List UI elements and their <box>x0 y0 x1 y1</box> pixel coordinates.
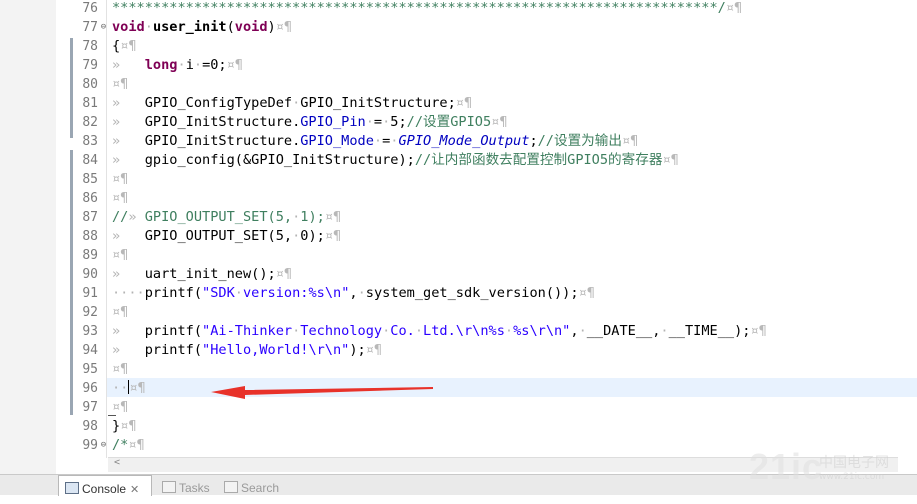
code-line[interactable]: » GPIO_InitStructure.GPIO_Mode·=·GPIO_Mo… <box>112 132 638 151</box>
watermark-url: www.21ic.com <box>819 472 885 482</box>
tab-search[interactable]: Search <box>218 475 288 495</box>
line-number: 98 <box>82 419 98 434</box>
line-number: 90 <box>82 267 98 282</box>
code-line[interactable]: ¤¶ <box>112 170 128 189</box>
line-number: 86 <box>82 191 98 206</box>
code-line[interactable]: ****************************************… <box>112 0 742 18</box>
line-number: 80 <box>82 77 98 92</box>
tab-label: Tasks <box>179 481 210 495</box>
code-line[interactable]: » printf("Hello,World!\r\n");¤¶ <box>112 341 382 360</box>
code-line[interactable]: » uart_init_new();¤¶ <box>112 265 292 284</box>
code-line[interactable]: ¤¶ <box>112 360 128 379</box>
tasks-icon <box>162 481 176 493</box>
red-arrow-annotation <box>211 386 433 399</box>
line-number: 97 <box>82 400 98 415</box>
line-number: 82 <box>82 115 98 130</box>
tab-label: Search <box>241 481 280 495</box>
code-line[interactable]: ¤¶ <box>112 189 128 208</box>
current-code-line[interactable]: ··¤¶ <box>112 379 146 398</box>
code-line[interactable]: ¤¶ <box>112 246 128 265</box>
code-line[interactable]: » gpio_config(&GPIO_InitStructure);//让内部… <box>112 151 679 170</box>
tab-tasks[interactable]: Tasks <box>156 475 216 495</box>
scroll-left-icon[interactable]: < <box>114 457 120 468</box>
line-number: 78 <box>82 39 98 54</box>
code-line[interactable]: ····printf("SDK·version:%s\n",·system_ge… <box>112 284 595 303</box>
site-watermark: 21ic 中国电子网 www.21ic.com <box>749 446 909 492</box>
code-line[interactable]: » long·i·=0;¤¶ <box>112 56 243 75</box>
tab-label: Console <box>82 482 127 496</box>
line-number: 88 <box>82 229 98 244</box>
line-number: 91 <box>82 286 98 301</box>
line-number: 83 <box>82 134 98 149</box>
console-icon <box>65 482 79 494</box>
code-line[interactable]: //» GPIO_OUTPUT_SET(5,·1);¤¶ <box>112 208 341 227</box>
line-number: 84 <box>82 153 98 168</box>
close-icon[interactable]: ✕ <box>130 484 139 496</box>
line-number: 87 <box>82 210 98 225</box>
watermark-cn: 中国电子网 <box>819 455 889 471</box>
line-number: 96 <box>82 381 98 396</box>
code-line[interactable]: » printf("Ai-Thinker·Technology·Co.·Ltd.… <box>112 322 767 341</box>
code-line[interactable]: » GPIO_InitStructure.GPIO_Pin·=·5;//设置GP… <box>112 113 508 132</box>
fold-collapse-icon[interactable]: ⊖ <box>99 23 108 32</box>
editor-left-margin <box>0 0 56 474</box>
code-line[interactable]: /*¤¶ <box>112 436 145 455</box>
tab-console[interactable]: Console ✕ <box>58 475 152 496</box>
watermark-brand: 21ic <box>749 446 824 487</box>
code-line[interactable]: ¤¶ <box>112 303 128 322</box>
code-editor[interactable]: 76 77 78 79 80 81 82 83 84 85 86 87 88 8… <box>0 0 917 475</box>
line-number: 99 <box>82 438 98 453</box>
code-line[interactable]: » GPIO_ConfigTypeDef·GPIO_InitStructure;… <box>112 94 472 113</box>
line-number: 93 <box>82 324 98 339</box>
line-number: 79 <box>82 58 98 73</box>
search-icon <box>224 481 238 493</box>
code-line[interactable]: ¤¶ <box>112 398 128 417</box>
line-number: 85 <box>82 172 98 187</box>
line-number: 77 <box>82 20 98 35</box>
line-number: 81 <box>82 96 98 111</box>
line-number: 94 <box>82 343 98 358</box>
code-line[interactable]: }¤¶ <box>112 417 137 436</box>
fold-collapse-icon[interactable]: ⊖ <box>99 441 108 450</box>
line-number: 89 <box>82 248 98 263</box>
code-line[interactable]: {¤¶ <box>112 37 137 56</box>
code-line[interactable]: » GPIO_OUTPUT_SET(5,·0);¤¶ <box>112 227 341 246</box>
line-number: 95 <box>82 362 98 377</box>
line-number: 76 <box>82 1 98 16</box>
code-line[interactable]: ¤¶ <box>112 75 128 94</box>
code-line[interactable]: void·user_init(void)¤¶ <box>112 18 292 37</box>
line-number: 92 <box>82 305 98 320</box>
